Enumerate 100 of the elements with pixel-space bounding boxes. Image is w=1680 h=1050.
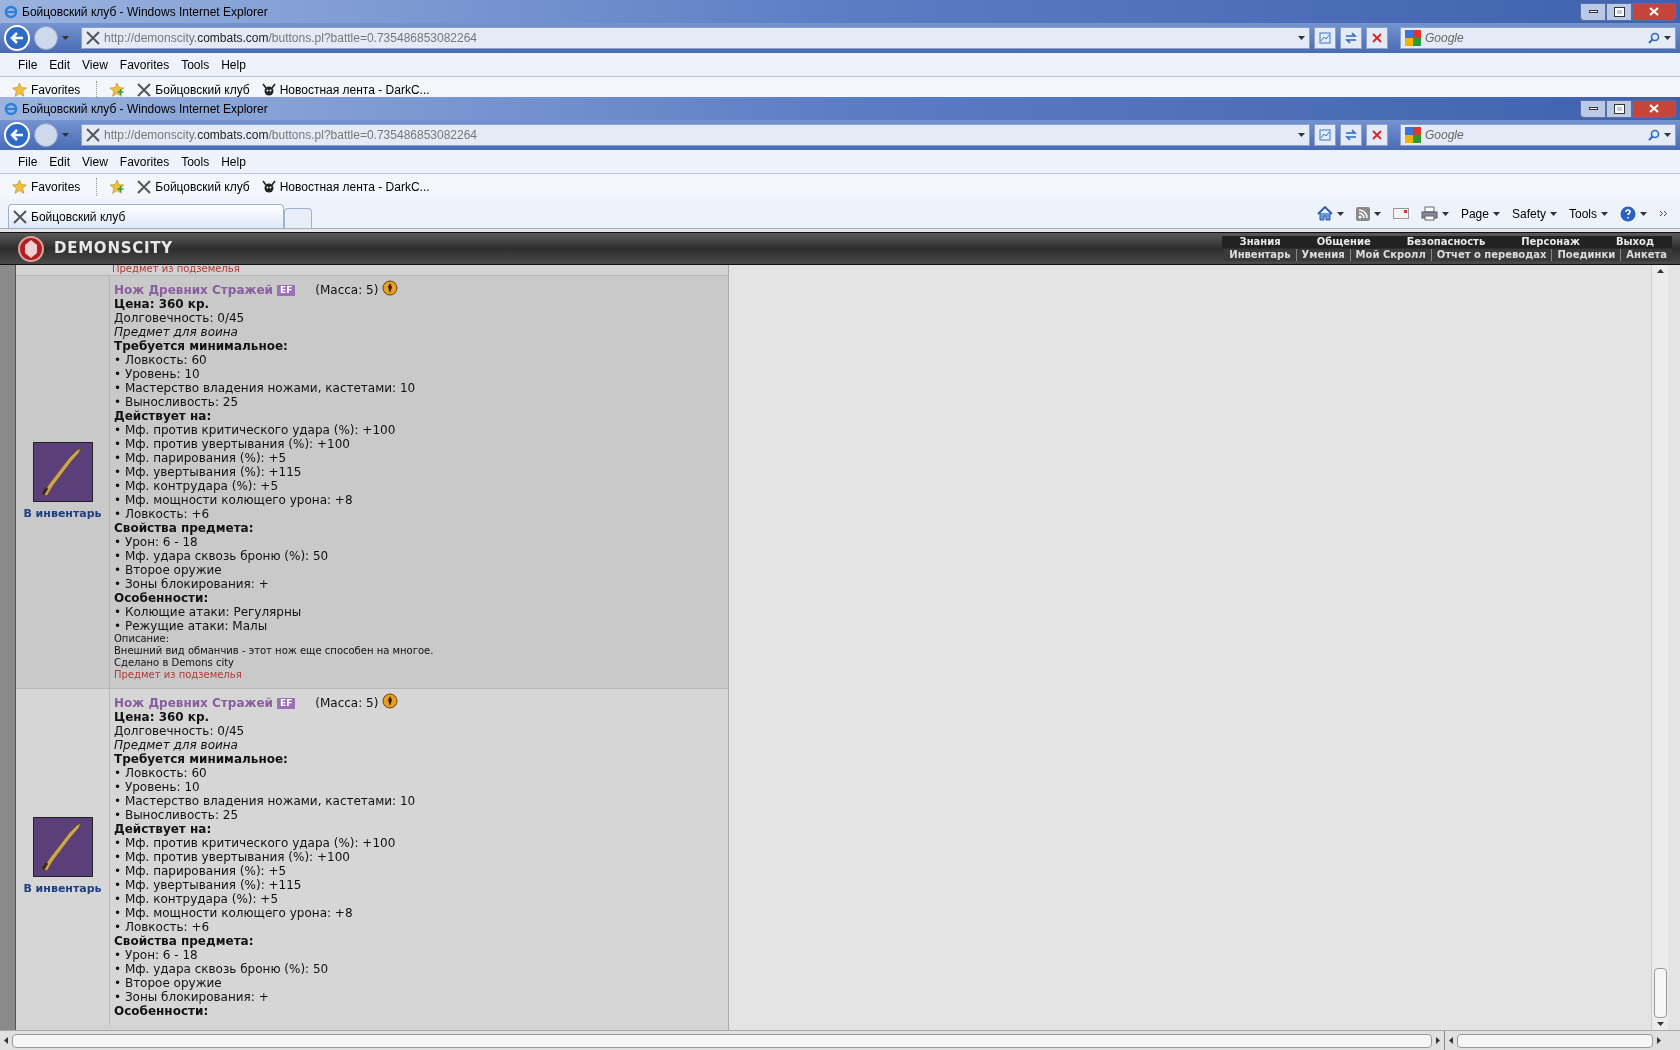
add-favorite-icon[interactable] bbox=[109, 179, 126, 194]
search-input[interactable]: Google bbox=[1425, 126, 1644, 144]
property-line: • Мф. парирования (%): +5 bbox=[114, 864, 288, 878]
favorites-button[interactable]: Favorites bbox=[12, 177, 81, 196]
stop-icon bbox=[1372, 33, 1382, 43]
item-class-note: Предмет для воина bbox=[114, 738, 239, 752]
site-submenu-link[interactable]: Анкета bbox=[1620, 249, 1672, 261]
back-button[interactable] bbox=[4, 25, 30, 51]
forward-button[interactable] bbox=[34, 123, 58, 147]
left-arrow-icon[interactable] bbox=[4, 1037, 8, 1044]
window-title: Бойцовский клуб - Windows Internet Explorer bbox=[22, 3, 268, 21]
favorite-link[interactable]: Новостная лента - DarkC... bbox=[261, 80, 430, 97]
minimize-button[interactable] bbox=[1580, 99, 1606, 118]
search-input[interactable]: Google bbox=[1425, 29, 1644, 47]
property-line: • Ловкость: +6 bbox=[114, 920, 211, 934]
caret-icon bbox=[1298, 36, 1305, 40]
back-button[interactable] bbox=[4, 122, 30, 148]
property-line: • Мф. увертывания (%): +115 bbox=[114, 465, 303, 479]
menu-item[interactable]: Favorites bbox=[113, 152, 176, 171]
add-favorite-icon[interactable] bbox=[109, 82, 126, 97]
browser-tab[interactable]: Бойцовский клуб bbox=[8, 204, 284, 228]
menu-item[interactable]: View bbox=[76, 152, 114, 171]
to-inventory-link[interactable]: В инвентарь bbox=[23, 505, 102, 523]
site-submenu-link[interactable]: Мой Скролл bbox=[1349, 249, 1431, 261]
vertical-scrollbar[interactable] bbox=[1651, 265, 1668, 1030]
section-heading: Требуется минимальное: bbox=[114, 339, 289, 353]
print-icon[interactable] bbox=[1420, 206, 1438, 221]
favorite-link[interactable]: Бойцовский клуб bbox=[137, 80, 250, 97]
forward-button[interactable] bbox=[34, 26, 58, 50]
site-submenu-link[interactable]: Отчет о переводах bbox=[1430, 249, 1552, 261]
item-class-note: Предмет для воина bbox=[114, 325, 239, 339]
site-menu-link[interactable]: Общение bbox=[1298, 236, 1389, 248]
favorites-button[interactable]: Favorites bbox=[12, 80, 81, 97]
minimize-button[interactable] bbox=[1580, 2, 1606, 21]
search-icon[interactable] bbox=[1648, 32, 1660, 44]
mail-icon[interactable] bbox=[1392, 208, 1409, 219]
menu-item[interactable]: Tools bbox=[175, 152, 216, 171]
feed-icon[interactable] bbox=[1355, 206, 1370, 221]
site-menu-link[interactable]: Знания bbox=[1221, 236, 1299, 248]
help-icon[interactable] bbox=[1620, 205, 1636, 222]
home-icon[interactable] bbox=[1316, 206, 1333, 221]
item-price: Цена: 360 кр. bbox=[114, 297, 211, 311]
chevron-icon[interactable] bbox=[1659, 210, 1668, 217]
menu-item[interactable]: File bbox=[12, 152, 44, 171]
site-submenu-link[interactable]: Инвентарь bbox=[1224, 249, 1296, 261]
right-arrow-icon[interactable] bbox=[1657, 1037, 1661, 1044]
refresh-button[interactable] bbox=[1340, 124, 1362, 146]
site-menu-link[interactable]: Персонаж bbox=[1503, 236, 1598, 248]
emblem-icon bbox=[16, 234, 46, 263]
menu-item[interactable]: View bbox=[76, 55, 114, 74]
stop-button[interactable] bbox=[1366, 27, 1388, 49]
item-mass: (Масса: 5) bbox=[315, 696, 379, 710]
property-line: • Ловкость: 60 bbox=[114, 353, 208, 367]
maximize-button[interactable] bbox=[1606, 2, 1632, 21]
compatibility-view-button[interactable] bbox=[1314, 124, 1336, 146]
command-button[interactable]: Page bbox=[1460, 204, 1500, 223]
search-field[interactable]: Google bbox=[1400, 124, 1676, 146]
address-bar[interactable]: http://demonscity.combats.com/buttons.pl?battle=0.735486853082264 bbox=[81, 124, 1310, 146]
maximize-button[interactable] bbox=[1606, 99, 1632, 118]
section-heading: Действует на: bbox=[114, 409, 213, 423]
favorite-link[interactable]: Новостная лента - DarkC... bbox=[261, 177, 430, 196]
property-line: • Второе оружие bbox=[114, 976, 223, 990]
menu-item[interactable]: Edit bbox=[43, 152, 77, 171]
up-arrow-icon[interactable] bbox=[1656, 269, 1664, 273]
compatibility-view-button[interactable] bbox=[1314, 27, 1336, 49]
site-menu-link[interactable]: Выход bbox=[1597, 236, 1672, 248]
section-heading: Особенности: bbox=[114, 591, 210, 605]
scroll-thumb[interactable] bbox=[1653, 968, 1667, 1018]
close-button[interactable] bbox=[1632, 99, 1676, 118]
close-button[interactable] bbox=[1632, 2, 1676, 21]
menu-item[interactable]: Edit bbox=[43, 55, 77, 74]
property-line: • Второе оружие bbox=[114, 563, 223, 577]
to-inventory-link[interactable]: В инвентарь bbox=[23, 880, 102, 898]
menu-item[interactable]: Tools bbox=[175, 55, 216, 74]
property-line: • Мф. мощности колющего урона: +8 bbox=[114, 493, 354, 507]
property-line: • Выносливость: 25 bbox=[114, 808, 240, 822]
search-icon[interactable] bbox=[1648, 129, 1660, 141]
command-button[interactable]: Safety bbox=[1511, 204, 1557, 223]
property-line: • Режущие атаки: Малы bbox=[114, 619, 269, 633]
back-arrow-icon bbox=[10, 32, 24, 44]
address-bar[interactable]: http://demonscity.combats.com/buttons.pl?battle=0.735486853082264 bbox=[81, 27, 1310, 49]
stop-button[interactable] bbox=[1366, 124, 1388, 146]
menu-item[interactable]: Help bbox=[215, 55, 252, 74]
site-menu-link[interactable]: Безопасность bbox=[1388, 236, 1504, 248]
property-line: • Мастерство владения ножами, кастетами: 10 bbox=[114, 794, 417, 808]
menu-item[interactable]: Favorites bbox=[113, 55, 176, 74]
section-heading: Свойства предмета: bbox=[114, 521, 255, 535]
property-line: • Уровень: 10 bbox=[114, 780, 201, 794]
command-button[interactable]: Tools bbox=[1569, 204, 1608, 223]
maker-note: Сделано в Demons city bbox=[114, 657, 236, 669]
search-field[interactable]: Google bbox=[1400, 27, 1676, 49]
site-submenu-link[interactable]: Поединки bbox=[1551, 249, 1621, 261]
site-submenu-link[interactable]: Умения bbox=[1295, 249, 1350, 261]
left-arrow-icon[interactable] bbox=[1449, 1037, 1453, 1044]
menu-item[interactable]: File bbox=[12, 55, 44, 74]
right-arrow-icon[interactable] bbox=[1436, 1037, 1440, 1044]
down-arrow-icon[interactable] bbox=[1656, 1022, 1664, 1026]
menu-item[interactable]: Help bbox=[215, 152, 252, 171]
favorite-link[interactable]: Бойцовский клуб bbox=[137, 177, 250, 196]
refresh-button[interactable] bbox=[1340, 27, 1362, 49]
